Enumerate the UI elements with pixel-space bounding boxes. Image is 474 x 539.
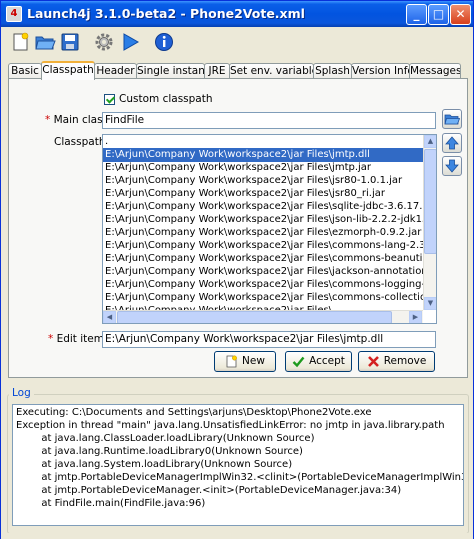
new-file-icon[interactable] <box>9 31 31 53</box>
list-item[interactable]: E:\Arjun\Company Work\workspace2\jar Fil… <box>103 187 423 201</box>
tab-jre[interactable]: JRE <box>204 63 230 79</box>
log-line: at java.lang.Runtime.loadLibrary0(Unknow… <box>16 446 303 457</box>
remove-x-icon <box>367 355 379 367</box>
log-line: at jmtp.PortableDeviceManagerImplWin32.<… <box>41 472 463 483</box>
remove-button[interactable]: Remove <box>358 351 435 372</box>
log-line: Exception in thread "main" java.lang.Uns… <box>16 420 445 431</box>
arrow-up-icon <box>445 136 459 150</box>
tab-single-instance[interactable]: Single instance <box>136 63 205 79</box>
list-item[interactable]: E:\Arjun\Company Work\workspace2\jar Fil… <box>103 174 423 188</box>
tab-messages[interactable]: Messages <box>409 63 461 79</box>
log-line: at FindFile.main(FindFile.java:96) <box>16 498 206 509</box>
classpath-horizontal-scrollbar[interactable]: ◀ ▶ <box>103 310 423 323</box>
required-marker: * <box>45 114 51 126</box>
list-item[interactable]: . <box>103 135 423 149</box>
accept-button[interactable]: Accept <box>285 351 352 372</box>
tab-basic[interactable]: Basic <box>8 63 42 79</box>
maximize-button[interactable]: □ <box>428 4 449 25</box>
log-line: Executing: C:\Documents and Settings\arj… <box>16 407 372 418</box>
accept-button-label: Accept <box>309 355 345 367</box>
tab-version-info[interactable]: Version Info <box>351 63 410 79</box>
move-up-button[interactable] <box>442 133 462 153</box>
list-item[interactable]: E:\Arjun\Company Work\workspace2\jar Fil… <box>103 252 423 266</box>
move-down-button[interactable] <box>442 156 462 176</box>
vertical-scroll-thumb[interactable] <box>424 149 436 254</box>
new-button[interactable]: New <box>214 351 276 372</box>
horizontal-scroll-thumb[interactable] <box>117 311 392 323</box>
scroll-right-arrow-icon[interactable]: ▶ <box>409 311 422 323</box>
new-button-label: New <box>242 355 265 367</box>
custom-classpath-label: Custom classpath <box>119 93 213 105</box>
arrow-down-icon <box>445 159 459 173</box>
scroll-down-arrow-icon[interactable]: ▼ <box>424 297 436 310</box>
edit-item-label: Edit item: <box>56 333 108 345</box>
list-item[interactable]: E:\Arjun\Company Work\workspace2\jar Fil… <box>103 226 423 240</box>
log-line: at java.lang.ClassLoader.loadLibrary(Unk… <box>16 433 315 444</box>
minimize-button[interactable]: _ <box>406 4 427 25</box>
remove-button-label: Remove <box>383 355 427 367</box>
open-folder-icon <box>444 114 461 125</box>
toolbar <box>1 27 473 57</box>
list-item[interactable]: E:\Arjun\Company Work\workspace2\jar Fil… <box>103 161 423 175</box>
title-bar[interactable]: 4 Launch4j 3.1.0-beta2 - Phone2Vote.xml … <box>1 1 473 27</box>
log-title: Log <box>9 387 34 399</box>
list-item[interactable]: E:\Arjun\Company Work\workspace2\jar Fil… <box>103 213 423 227</box>
tab-splash[interactable]: Splash <box>313 63 352 79</box>
tab-header[interactable]: Header <box>94 63 137 79</box>
close-button[interactable]: ✕ <box>450 4 471 25</box>
window-title: Launch4j 3.1.0-beta2 - Phone2Vote.xml <box>27 6 305 21</box>
list-item[interactable]: E:\Arjun\Company Work\workspace2\jar Fil… <box>103 200 423 214</box>
checkmark-icon <box>292 356 305 367</box>
log-line: at jmtp.PortableDeviceManager.<init>(Por… <box>16 485 402 496</box>
classpath-list[interactable]: . E:\Arjun\Company Work\workspace2\jar F… <box>102 134 437 324</box>
log-output[interactable]: Executing: C:\Documents and Settings\arj… <box>12 404 464 526</box>
custom-classpath-checkbox[interactable] <box>104 94 115 105</box>
info-icon[interactable] <box>153 31 175 53</box>
settings-gear-icon[interactable] <box>93 31 115 53</box>
list-item[interactable]: E:\Arjun\Company Work\workspace2\jar Fil… <box>103 278 423 292</box>
status-bar <box>1 533 473 539</box>
required-marker: * <box>48 333 54 345</box>
edit-item-field[interactable]: E:\Arjun\Company Work\workspace2\jar Fil… <box>102 331 436 348</box>
run-play-icon[interactable] <box>119 31 141 53</box>
log-line: at java.lang.System.loadLibrary(Unknown … <box>16 459 293 470</box>
scroll-left-arrow-icon[interactable]: ◀ <box>103 311 116 323</box>
new-file-icon <box>226 355 237 367</box>
tab-strip: Basic Classpath Header Single instance J… <box>8 61 468 80</box>
classpath-label: Classpath: <box>54 136 110 148</box>
list-item[interactable]: E:\Arjun\Company Work\workspace2\jar Fil… <box>103 265 423 279</box>
list-item[interactable]: E:\Arjun\Company Work\workspace2\jar Fil… <box>103 239 423 253</box>
list-item[interactable]: E:\Arjun\Company Work\workspace2\jar Fil… <box>103 291 423 305</box>
launch4j-window: 4 Launch4j 3.1.0-beta2 - Phone2Vote.xml … <box>0 0 474 539</box>
list-item-selected[interactable]: E:\Arjun\Company Work\workspace2\jar Fil… <box>103 148 423 162</box>
browse-main-class-button[interactable] <box>442 109 462 129</box>
main-class-field[interactable]: FindFile <box>102 112 436 129</box>
save-icon[interactable] <box>59 31 81 53</box>
classpath-vertical-scrollbar[interactable]: ▲ ▼ <box>423 135 436 310</box>
edit-item-label-group: * Edit item: <box>48 333 108 345</box>
tab-set-env-variables[interactable]: Set env. variables <box>229 63 314 79</box>
tab-classpath[interactable]: Classpath <box>41 61 95 80</box>
scroll-up-arrow-icon[interactable]: ▲ <box>424 135 436 148</box>
open-folder-icon[interactable] <box>34 31 56 53</box>
launch4j-app-icon: 4 <box>6 6 22 22</box>
